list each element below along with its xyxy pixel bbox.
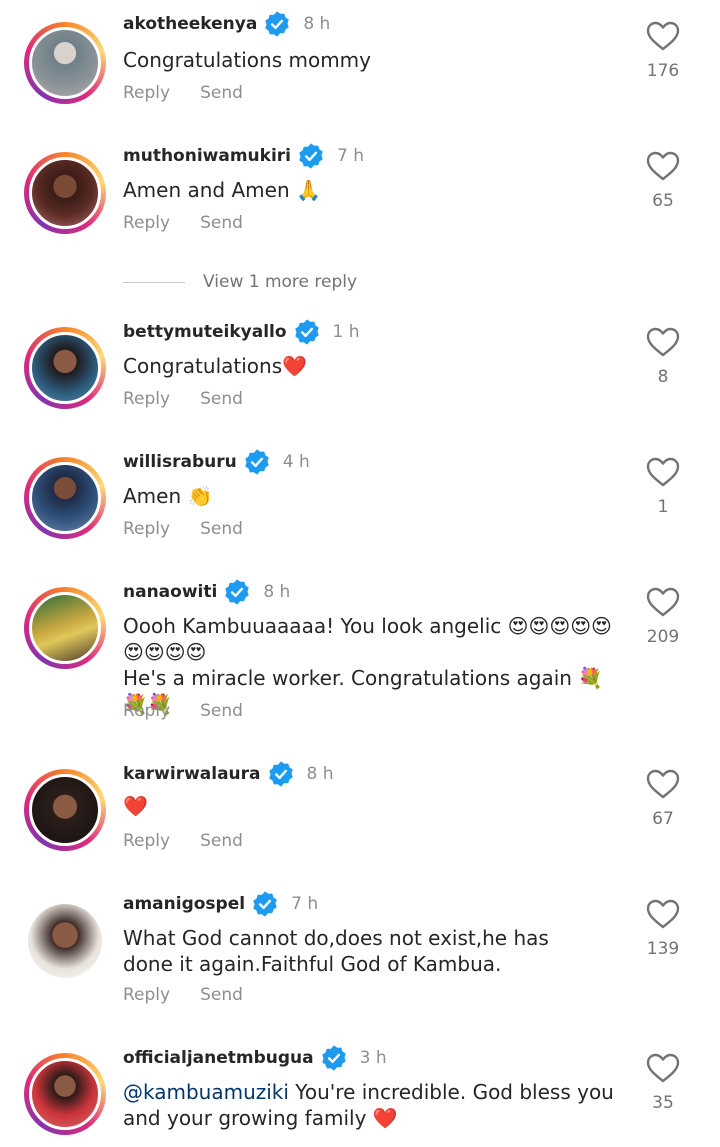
like-count: 67 xyxy=(652,809,674,829)
verified-icon xyxy=(253,891,277,917)
username[interactable]: karwirwalaura xyxy=(123,764,261,784)
avatar[interactable] xyxy=(24,769,106,851)
view-more-replies[interactable]: View 1 more reply xyxy=(123,272,357,292)
reply-button[interactable]: Reply xyxy=(123,831,170,851)
avatar-image xyxy=(29,774,101,846)
like-count: 1 xyxy=(657,497,669,517)
like-count: 139 xyxy=(646,939,680,959)
like-count: 209 xyxy=(646,627,680,647)
comment-text: @kambuamuziki You're incredible. God ble… xyxy=(123,1079,618,1131)
timestamp: 7 h xyxy=(337,146,364,166)
comment-text: Oooh Kambuuaaaaa! You look angelic 😍😍😍😍😍… xyxy=(123,614,612,664)
comment-text: ❤️ xyxy=(123,794,148,818)
reply-button[interactable]: Reply xyxy=(123,985,170,1005)
timestamp: 1 h xyxy=(332,322,360,342)
heart-icon[interactable] xyxy=(646,769,680,799)
like-count: 35 xyxy=(652,1093,674,1113)
like-count: 65 xyxy=(652,191,674,211)
verified-icon xyxy=(268,761,293,787)
avatar-image xyxy=(29,1058,101,1130)
heart-icon[interactable] xyxy=(646,1053,680,1083)
timestamp: 8 h xyxy=(306,764,334,784)
avatar[interactable] xyxy=(24,327,106,409)
send-button[interactable]: Send xyxy=(200,389,243,409)
verified-icon xyxy=(225,579,250,605)
mention-link[interactable]: @kambuamuziki xyxy=(123,1080,289,1104)
avatar-image xyxy=(29,462,101,534)
avatar[interactable] xyxy=(24,587,106,669)
send-button[interactable]: Send xyxy=(200,701,243,721)
send-button[interactable]: Send xyxy=(200,519,243,539)
comment-text: Congratulations❤️ xyxy=(123,354,308,378)
avatar-image xyxy=(28,904,102,978)
like-count: 176 xyxy=(646,61,680,81)
reply-button[interactable]: Reply xyxy=(123,701,170,721)
timestamp: 7 h xyxy=(291,894,319,914)
username[interactable]: officialjanetmbugua xyxy=(123,1048,314,1068)
verified-icon xyxy=(244,449,269,475)
avatar-image xyxy=(29,332,101,404)
reply-button[interactable]: Reply xyxy=(123,213,170,233)
username[interactable]: willisraburu xyxy=(123,452,237,472)
reply-button[interactable]: Reply xyxy=(123,83,170,103)
reply-button[interactable]: Reply xyxy=(123,519,170,539)
timestamp: 4 h xyxy=(282,452,310,472)
verified-icon xyxy=(294,319,319,345)
avatar[interactable] xyxy=(24,1053,106,1135)
verified-icon xyxy=(321,1045,346,1071)
view-more-label[interactable]: View 1 more reply xyxy=(203,272,357,292)
username[interactable]: amanigospel xyxy=(123,894,245,914)
avatar[interactable] xyxy=(24,900,106,982)
heart-icon[interactable] xyxy=(646,457,680,487)
comment-text: What God cannot do,does not exist,he has… xyxy=(123,926,549,976)
avatar-image xyxy=(29,592,101,664)
heart-icon[interactable] xyxy=(646,587,680,617)
heart-icon[interactable] xyxy=(646,151,680,181)
heart-icon[interactable] xyxy=(646,327,680,357)
heart-icon[interactable] xyxy=(646,21,680,51)
send-button[interactable]: Send xyxy=(200,985,243,1005)
avatar[interactable] xyxy=(24,22,106,104)
send-button[interactable]: Send xyxy=(200,213,243,233)
send-button[interactable]: Send xyxy=(200,83,243,103)
like-count: 8 xyxy=(657,367,669,387)
comment-text: Amen 👏 xyxy=(123,484,213,508)
verified-icon xyxy=(299,143,323,169)
reply-button[interactable]: Reply xyxy=(123,389,170,409)
heart-icon[interactable] xyxy=(646,899,680,929)
avatar-image xyxy=(29,157,101,229)
comment-text: Congratulations mommy xyxy=(123,48,371,72)
send-button[interactable]: Send xyxy=(200,831,243,851)
timestamp: 8 h xyxy=(263,582,291,602)
username[interactable]: nanaowiti xyxy=(123,582,217,602)
comment-text: Amen and Amen 🙏 xyxy=(123,178,321,202)
username[interactable]: akotheekenya xyxy=(123,14,257,34)
verified-icon xyxy=(265,11,290,37)
timestamp: 3 h xyxy=(359,1048,387,1068)
timestamp: 8 h xyxy=(303,14,331,34)
divider xyxy=(123,281,185,283)
avatar-image xyxy=(29,27,101,99)
avatar[interactable] xyxy=(24,152,106,234)
username[interactable]: muthoniwamukiri xyxy=(123,146,291,166)
avatar[interactable] xyxy=(24,457,106,539)
username[interactable]: bettymuteikyallo xyxy=(123,322,287,342)
